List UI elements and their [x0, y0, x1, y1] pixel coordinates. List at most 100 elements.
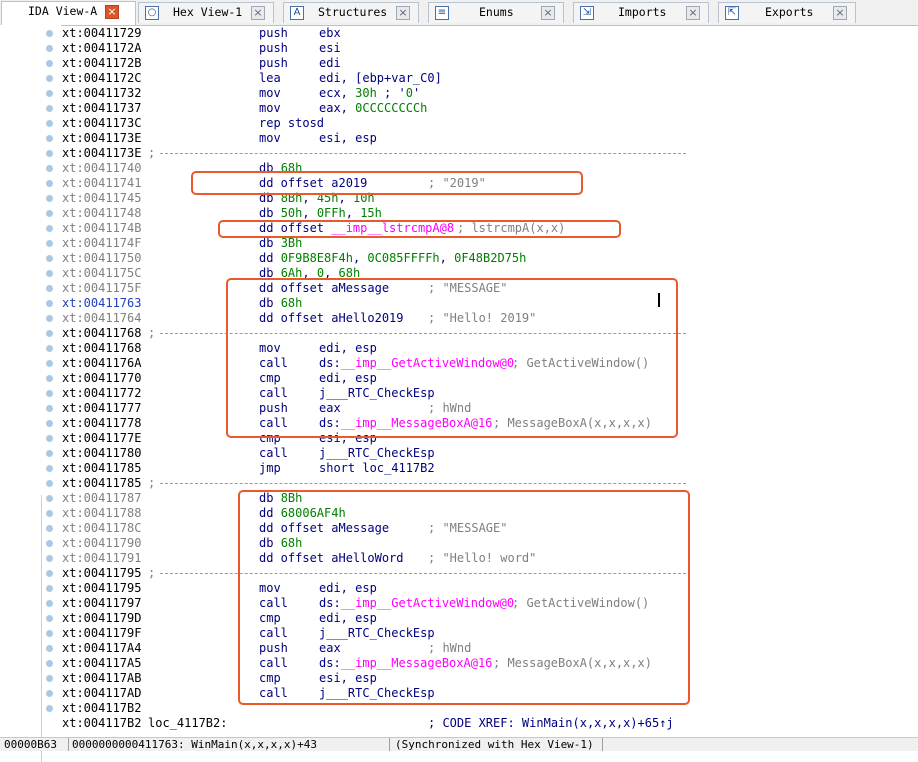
operand: ecx, 30h ; '0' — [319, 86, 421, 100]
mnemonic: push — [259, 26, 288, 40]
highlight-box — [226, 278, 678, 438]
breakpoint-dot[interactable] — [46, 630, 53, 637]
line-address: xt:0041175F — [62, 281, 142, 295]
breakpoint-dot[interactable] — [46, 690, 53, 697]
tab-label: Imports — [618, 5, 667, 19]
breakpoint-dot[interactable] — [46, 510, 53, 517]
breakpoint-dot[interactable] — [46, 225, 53, 232]
breakpoint-dot[interactable] — [46, 585, 53, 592]
mnemonic: push — [259, 56, 288, 70]
close-icon[interactable]: × — [105, 5, 119, 19]
breakpoint-dot[interactable] — [46, 180, 53, 187]
hex-view-icon: ○ — [145, 6, 159, 20]
breakpoint-dot[interactable] — [46, 150, 53, 157]
line-address: xt:00411795 — [62, 581, 142, 595]
tab-label: IDA View-A — [28, 4, 98, 18]
breakpoint-dot[interactable] — [46, 135, 53, 142]
breakpoint-dot[interactable] — [46, 540, 53, 547]
line-address: xt:00411740 — [62, 161, 142, 175]
tab-enums[interactable]: ≡ Enums × — [428, 2, 564, 23]
breakpoint-dot[interactable] — [46, 270, 53, 277]
tab-exports[interactable]: ⇱ Exports × — [718, 2, 856, 23]
breakpoint-dot[interactable] — [46, 240, 53, 247]
breakpoint-dot[interactable] — [46, 675, 53, 682]
breakpoint-dot[interactable] — [46, 435, 53, 442]
breakpoint-dot[interactable] — [46, 345, 53, 352]
breakpoint-dot[interactable] — [46, 495, 53, 502]
breakpoint-dot[interactable] — [46, 75, 53, 82]
status-divider — [68, 738, 69, 751]
breakpoint-dot[interactable] — [46, 465, 53, 472]
breakpoint-dot[interactable] — [46, 255, 53, 262]
separator-semicolon: ; — [148, 146, 156, 160]
line-address: xt:00411748 — [62, 206, 142, 220]
mnemonic: rep stosd — [259, 116, 325, 130]
close-icon[interactable]: × — [686, 6, 700, 20]
text-cursor — [658, 293, 660, 307]
breakpoint-dot[interactable] — [46, 315, 53, 322]
line-address: xt:0041174B — [62, 221, 142, 235]
breakpoint-dot[interactable] — [46, 120, 53, 127]
breakpoint-dot[interactable] — [46, 405, 53, 412]
mnemonic: dd 0F9B8E8F4h, 0C085FFFFh, 0F48B2D75h — [259, 251, 527, 265]
close-icon[interactable]: × — [251, 6, 265, 20]
breakpoint-dot[interactable] — [46, 45, 53, 52]
breakpoint-dot[interactable] — [46, 300, 53, 307]
tab-imports[interactable]: ⇲ Imports × — [573, 2, 709, 23]
close-icon[interactable]: × — [833, 6, 847, 20]
breakpoint-dot[interactable] — [46, 105, 53, 112]
line-address: xt:0041172A — [62, 41, 142, 55]
line-address: xt:0041177E — [62, 431, 142, 445]
breakpoint-dot[interactable] — [46, 330, 53, 337]
line-address: xt:004117AD — [62, 686, 142, 700]
breakpoint-dot[interactable] — [46, 570, 53, 577]
line-address: xt:0041173C — [62, 116, 142, 130]
breakpoint-dot[interactable] — [46, 30, 53, 37]
line-address: xt:00411732 — [62, 86, 142, 100]
operand: esi — [319, 41, 341, 55]
status-divider — [389, 738, 390, 751]
breakpoint-dot[interactable] — [46, 195, 53, 202]
breakpoint-dot[interactable] — [46, 450, 53, 457]
line-address: xt:0041179D — [62, 611, 142, 625]
breakpoint-dot[interactable] — [46, 90, 53, 97]
line-address: xt:00411768 — [62, 326, 142, 340]
line-address: xt:00411795 — [62, 566, 142, 580]
status-divider — [602, 738, 603, 751]
close-icon[interactable]: × — [396, 6, 410, 20]
line-address: xt:00411791 — [62, 551, 142, 565]
tab-ida-view-a[interactable]: IDA View-A × — [1, 1, 136, 25]
breakpoint-dot[interactable] — [46, 285, 53, 292]
breakpoint-dot[interactable] — [46, 600, 53, 607]
breakpoint-dot[interactable] — [46, 660, 53, 667]
line-address: xt:00411787 — [62, 491, 142, 505]
breakpoint-dot[interactable] — [46, 360, 53, 367]
operand: edi, [ebp+var_C0] — [319, 71, 442, 85]
operand: eax, 0CCCCCCCCh — [319, 101, 428, 115]
breakpoint-dot[interactable] — [46, 525, 53, 532]
breakpoint-dot[interactable] — [46, 555, 53, 562]
breakpoint-dot[interactable] — [46, 645, 53, 652]
tab-structures[interactable]: A Structures × — [283, 2, 419, 23]
breakpoint-dot[interactable] — [46, 420, 53, 427]
comment: ; CODE XREF: WinMain(x,x,x,x)+65↑j — [428, 716, 674, 730]
breakpoint-dot[interactable] — [46, 165, 53, 172]
mnemonic: mov — [259, 101, 281, 115]
imports-icon: ⇲ — [580, 6, 594, 20]
line-address: xt:00411750 — [62, 251, 142, 265]
breakpoint-dot[interactable] — [46, 210, 53, 217]
breakpoint-dot[interactable] — [46, 390, 53, 397]
line-address: xt:0041176A — [62, 356, 142, 370]
tab-bar: IDA View-A × ○ Hex View-1 × A Structures… — [0, 0, 918, 26]
breakpoint-dot[interactable] — [46, 705, 53, 712]
tab-hex-view-1[interactable]: ○ Hex View-1 × — [138, 2, 274, 23]
tab-label: Structures — [318, 5, 388, 19]
breakpoint-dot[interactable] — [46, 480, 53, 487]
mnemonic: lea — [259, 71, 281, 85]
breakpoint-dot[interactable] — [46, 615, 53, 622]
breakpoint-dot[interactable] — [46, 375, 53, 382]
separator-dashes — [160, 483, 686, 484]
breakpoint-dot[interactable] — [46, 60, 53, 67]
close-icon[interactable]: × — [541, 6, 555, 20]
line-address: xt:0041172C — [62, 71, 142, 85]
